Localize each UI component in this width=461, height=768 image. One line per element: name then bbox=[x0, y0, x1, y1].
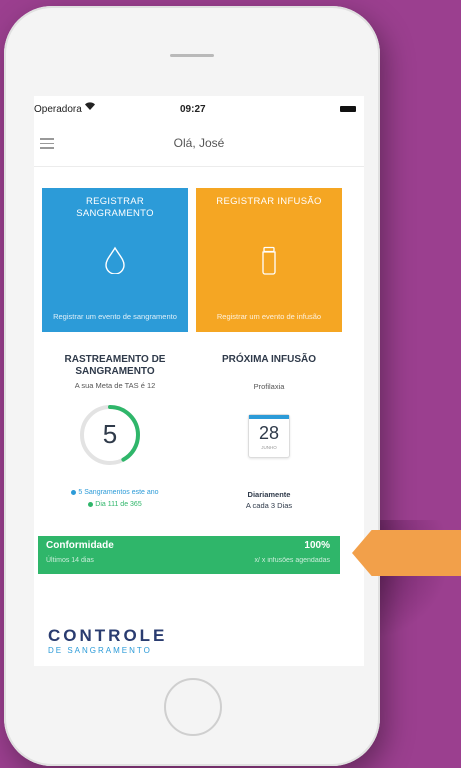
app-header: Olá, José bbox=[34, 122, 364, 167]
register-infusion-card[interactable]: REGISTRAR INFUSÃO Registrar um evento de… bbox=[196, 188, 342, 332]
register-bleed-card[interactable]: REGISTRAR SANGRAMENTO Registrar um event… bbox=[42, 188, 188, 332]
home-button[interactable] bbox=[164, 678, 222, 736]
calendar-month: JUNHO bbox=[261, 445, 277, 450]
battery-icon bbox=[340, 106, 356, 112]
compliance-label: Conformidade bbox=[46, 540, 114, 551]
bleed-legend-year-text: 5 Sangramentos este ano bbox=[78, 489, 159, 496]
register-bleed-subtitle: Registrar um evento de sangramento bbox=[53, 312, 177, 321]
logo: CONTROLE bbox=[48, 626, 168, 645]
status-bar: Operadora 09:27 bbox=[34, 96, 364, 122]
phone-frame: Operadora 09:27 Olá, José REGISTRAR SANG… bbox=[4, 6, 380, 766]
calendar-day: 28 bbox=[258, 423, 280, 443]
clock: 09:27 bbox=[180, 104, 206, 115]
register-infusion-subtitle: Registrar um evento de infusão bbox=[216, 312, 322, 321]
compliance-bar[interactable]: Conformidade 100% Últimos 14 dias x/ x i… bbox=[38, 536, 340, 574]
vial-icon bbox=[259, 246, 279, 281]
register-bleed-title: REGISTRAR SANGRAMENTO bbox=[76, 196, 154, 219]
greeting-title: Olá, José bbox=[173, 136, 225, 150]
infusion-type: Profilaxia bbox=[253, 382, 285, 391]
compliance-detail: x/ x infusões agendadas bbox=[254, 557, 331, 564]
phone-speaker bbox=[170, 54, 214, 57]
compliance-period: Últimos 14 dias bbox=[46, 557, 94, 564]
compliance-value: 100% bbox=[304, 540, 330, 551]
drop-icon bbox=[104, 246, 126, 279]
bleed-legend-day-text: Dia 111 de 365 bbox=[95, 501, 142, 508]
bleed-legend-day: Dia 111 de 365 bbox=[42, 501, 188, 508]
bleed-count: 5 bbox=[102, 419, 118, 449]
carrier-label: Operadora bbox=[34, 104, 82, 115]
infusion-frequency-2: A cada 3 Dias bbox=[245, 501, 293, 510]
bleed-goal-text: A sua Meta de TAS é 12 bbox=[74, 381, 156, 390]
app-screen: Operadora 09:27 Olá, José REGISTRAR SANG… bbox=[34, 96, 364, 666]
bleed-legend-year: 5 Sangramentos este ano bbox=[42, 489, 188, 496]
green-dot-icon bbox=[88, 501, 94, 507]
infusion-frequency-1: Diariamente bbox=[247, 490, 291, 499]
logo-subtitle: DE SANGRAMENTO bbox=[48, 646, 152, 655]
calendar-icon: 28 JUNHO bbox=[248, 414, 290, 458]
pointer-arrow bbox=[352, 530, 461, 576]
wifi-icon bbox=[84, 101, 96, 114]
register-infusion-title: REGISTRAR INFUSÃO bbox=[216, 196, 322, 207]
blue-dot-icon bbox=[71, 489, 77, 495]
bleed-tracking-title: RASTREAMENTO DE SANGRAMENTO bbox=[64, 354, 166, 377]
next-infusion-title: PRÓXIMA INFUSÃO bbox=[221, 354, 317, 365]
